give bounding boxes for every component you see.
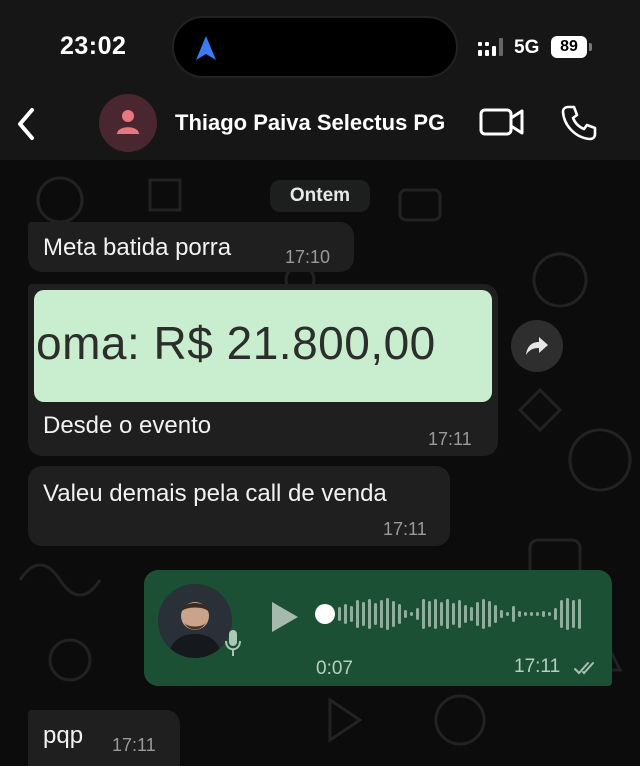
video-call-icon[interactable] [478,105,526,139]
incoming-message[interactable]: pqp 17:11 [28,710,180,766]
message-text: pqp [43,722,84,749]
dynamic-island [172,16,458,78]
double-check-icon [574,662,594,675]
microphone-icon [225,630,241,656]
message-text: Valeu demais pela call de venda [43,480,387,507]
signal-icon [478,38,503,56]
chat-area[interactable]: Ontem Meta batida porra 17:10 oma: R$ 21… [0,160,640,766]
battery-cap [589,43,592,51]
message-time: 17:11 [428,429,472,449]
incoming-message[interactable]: Meta batida porra 17:10 [28,222,354,272]
forward-button[interactable] [511,320,563,372]
audio-waveform[interactable] [314,594,594,634]
message-time: 17:11 [514,656,561,677]
incoming-message[interactable]: Valeu demais pela call de venda 17:11 [28,466,450,546]
contact-name[interactable]: Thiago Paiva Selectus PG [175,110,445,136]
network-type: 5G [514,37,540,58]
chat-header: Thiago Paiva Selectus PG [0,90,640,160]
play-icon[interactable] [270,600,300,634]
status-bar: 23:02 5G 89 [0,0,640,90]
contact-avatar[interactable] [99,94,157,152]
message-time: 17:11 [112,735,156,755]
sender-avatar [158,584,232,658]
back-chevron-icon[interactable] [12,102,42,146]
message-time: 17:10 [285,247,331,267]
message-text: Meta batida porra [43,234,232,261]
message-image[interactable]: oma: R$ 21.800,00 [34,290,492,402]
phone-icon[interactable] [560,104,598,142]
incoming-image-message[interactable]: oma: R$ 21.800,00 Desde o evento 17:11 [28,284,498,456]
voice-duration: 0:07 [316,658,353,679]
person-icon [117,110,139,134]
image-text: oma: R$ 21.800,00 [36,317,436,369]
outgoing-voice-message[interactable]: 0:07 17:11 [144,570,612,686]
navigation-arrow-icon [196,36,216,60]
message-time: 17:11 [383,519,427,539]
share-arrow-icon [526,337,548,355]
battery-indicator: 89 [551,36,587,58]
date-separator: Ontem [270,180,370,212]
playback-scrubber[interactable] [315,604,335,624]
message-text: Desde o evento [43,412,212,439]
clock: 23:02 [60,32,127,60]
